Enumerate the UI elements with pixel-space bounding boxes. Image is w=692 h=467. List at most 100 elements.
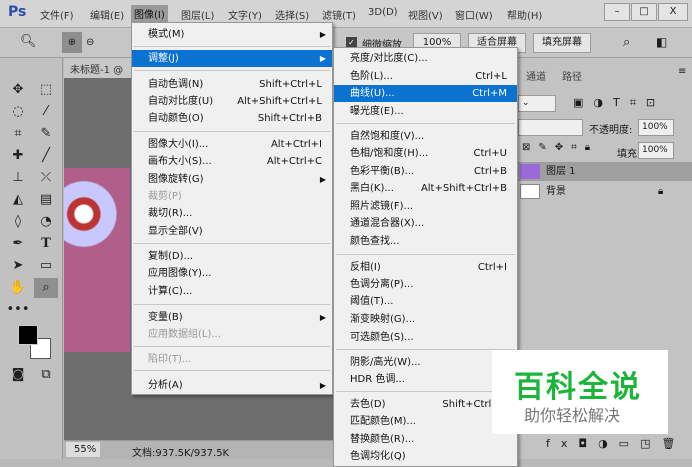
menu-item[interactable]: 色阶(L)... Ctrl+L — [334, 68, 517, 85]
menu-separator — [134, 346, 330, 347]
zoom-out-icon[interactable]: ⊖ — [86, 32, 94, 53]
layer-kind-filter[interactable]: ⌄ — [518, 95, 556, 112]
menu-item[interactable]: 渐变映射(G)... — [334, 311, 517, 328]
menu-item[interactable]: 曝光度(E)... — [334, 103, 517, 120]
menu-item[interactable]: 分析(A) ▶ — [132, 377, 332, 394]
menu-item[interactable]: HDR 色调... — [334, 371, 517, 388]
menu-item-label: 图像大小(I)... — [148, 139, 209, 150]
foreground-color-swatch[interactable] — [18, 325, 38, 345]
menu-item[interactable]: 自然饱和度(V)... — [334, 128, 517, 145]
menu-item[interactable]: 复制(D)... — [132, 248, 332, 265]
menu-image[interactable]: 图像(I) — [131, 5, 168, 22]
pen-tool-icon[interactable]: ✒ — [6, 234, 30, 254]
blend-mode-select[interactable] — [518, 119, 583, 136]
menu-item[interactable]: 色相/饱和度(H)... Ctrl+U — [334, 145, 517, 162]
menu-item[interactable]: 画布大小(S)... Alt+Ctrl+C — [132, 153, 332, 170]
menu-item[interactable]: 显示全部(V) — [132, 223, 332, 240]
menu-item[interactable]: 色彩平衡(B)... Ctrl+B — [334, 163, 517, 180]
menu-item[interactable]: 阈值(T)... — [334, 293, 517, 310]
menu-item-label: 图像旋转(G) — [148, 174, 204, 185]
menu-item[interactable]: 模式(M) ▶ — [132, 26, 332, 43]
opacity-input[interactable]: 100% — [638, 119, 674, 136]
gradient-icon[interactable]: ▤ — [34, 190, 58, 210]
dodge-tool-icon[interactable]: ◔ — [34, 212, 58, 232]
quick-mask-icon[interactable]: ◙ — [6, 365, 30, 385]
menu-item[interactable]: 自动对比度(U) Alt+Shift+Ctrl+L — [132, 93, 332, 110]
menu-item[interactable]: 去色(D) Shift+Ctrl+U — [334, 396, 517, 413]
eyedropper-icon[interactable]: ✎ — [34, 124, 58, 144]
menu-item[interactable]: 替换颜色(R)... — [334, 431, 517, 448]
zoom-tool-icon[interactable]: ⌕ — [34, 278, 58, 298]
menu-item[interactable]: 计算(C)... — [132, 283, 332, 300]
healing-brush-icon[interactable]: ✚ — [6, 146, 30, 166]
type-tool-icon[interactable]: T — [34, 234, 58, 254]
filter-icons[interactable]: ▣◑T⌗⊡ — [573, 96, 665, 110]
maximize-button[interactable]: □ — [631, 3, 657, 21]
menu-item[interactable]: 颜色查找... — [334, 233, 517, 250]
screen-mode-icon[interactable]: ⧉ — [34, 365, 58, 385]
menu-help[interactable]: 帮助(H) — [507, 7, 542, 22]
move-tool-icon[interactable]: ✥ — [6, 80, 30, 100]
menu-item[interactable]: 调整(J) ▶ — [132, 50, 332, 67]
menu-item[interactable]: 图像大小(I)... Alt+Ctrl+I — [132, 136, 332, 153]
blur-tool-icon[interactable]: ◊ — [6, 212, 30, 232]
menu-edit[interactable]: 编辑(E) — [90, 7, 124, 22]
menu-item[interactable]: 色调分离(P)... — [334, 276, 517, 293]
menu-item[interactable]: 色调均化(Q) — [334, 448, 517, 465]
menu-item[interactable]: 变量(B) ▶ — [132, 309, 332, 326]
menu-window[interactable]: 窗口(W) — [455, 7, 493, 22]
magic-wand-icon[interactable]: ⁄ — [34, 102, 58, 122]
menu-item[interactable]: 自动颜色(O) Shift+Ctrl+B — [132, 110, 332, 127]
layer-row[interactable]: 背景 🔒︎ — [518, 182, 692, 201]
menu-item[interactable]: 可选颜色(S)... — [334, 329, 517, 346]
menu-item[interactable]: 图像旋转(G) ▶ — [132, 171, 332, 188]
minimize-button[interactable]: – — [604, 3, 630, 21]
menu-view[interactable]: 视图(V) — [408, 7, 443, 22]
menu-3d[interactable]: 3D(D) — [368, 7, 398, 18]
zoom-tool-preset-icon[interactable]: 🔍︎ — [20, 34, 37, 49]
menu-item[interactable]: 亮度/对比度(C)... — [334, 50, 517, 67]
lasso-tool-icon[interactable]: ◌ — [6, 102, 30, 122]
menu-file[interactable]: 文件(F) — [40, 7, 74, 22]
menu-item[interactable]: 裁切(R)... — [132, 205, 332, 222]
menu-item[interactable]: 黑白(K)... Alt+Shift+Ctrl+B — [334, 180, 517, 197]
menu-item[interactable]: 自动色调(N) Shift+Ctrl+L — [132, 76, 332, 93]
more-tools-icon[interactable]: ••• — [6, 300, 30, 320]
menu-type[interactable]: 文字(Y) — [228, 7, 262, 22]
menu-item[interactable]: 照片滤镜(F)... — [334, 198, 517, 215]
menu-item[interactable]: 通道混合器(X)... — [334, 215, 517, 232]
stamp-tool-icon[interactable]: ⊥ — [6, 168, 30, 188]
workspace-icon[interactable]: ◧ — [656, 35, 667, 49]
zoom-in-icon[interactable]: ⊕ — [62, 32, 82, 53]
document-tab[interactable]: 未标题-1 @ — [64, 58, 134, 78]
marquee-tool-icon[interactable]: ⬚ — [34, 80, 58, 100]
menu-layer[interactable]: 图层(L) — [181, 7, 214, 22]
path-select-icon[interactable]: ➤ — [6, 256, 30, 276]
search-icon[interactable]: ⌕ — [623, 35, 630, 50]
layer-row[interactable]: 图层 1 — [518, 162, 692, 181]
crop-tool-icon[interactable]: ⌗ — [6, 124, 30, 144]
menu-item[interactable]: 阴影/高光(W)... — [334, 354, 517, 371]
rectangle-tool-icon[interactable]: ▭ — [34, 256, 58, 276]
menu-item[interactable]: 应用图像(Y)... — [132, 265, 332, 282]
menu-item[interactable]: 匹配颜色(M)... — [334, 413, 517, 430]
history-brush-icon[interactable]: ⤫ — [34, 168, 58, 188]
menu-filter[interactable]: 滤镜(T) — [322, 7, 356, 22]
tab-channels[interactable]: 通道 — [526, 68, 546, 83]
brush-tool-icon[interactable]: ╱ — [34, 146, 58, 166]
menu-item[interactable]: 曲线(U)... Ctrl+M — [334, 85, 517, 102]
menu-item-shortcut: Alt+Shift+Ctrl+L — [237, 96, 322, 107]
eraser-icon[interactable]: ◭ — [6, 190, 30, 210]
hand-tool-icon[interactable]: ✋ — [6, 278, 30, 298]
menu-item[interactable]: 反相(I) Ctrl+I — [334, 259, 517, 276]
menu-select[interactable]: 选择(S) — [275, 7, 309, 22]
menu-item-label: 变量(B) — [148, 312, 183, 323]
fill-screen-button[interactable]: 填充屏幕 — [533, 33, 591, 53]
lock-icons[interactable]: ⊠✎✥⌗🔒︎ — [522, 142, 598, 153]
tab-paths[interactable]: 路径 — [562, 68, 582, 83]
close-button[interactable]: X — [658, 3, 688, 21]
panel-footer-icons[interactable]: fx◘◑▭◳🗑︎ — [546, 437, 686, 450]
fill-input[interactable]: 100% — [638, 142, 674, 159]
zoom-level-field[interactable]: 55% — [66, 442, 100, 457]
panel-menu-icon[interactable]: ≡ — [678, 66, 686, 77]
